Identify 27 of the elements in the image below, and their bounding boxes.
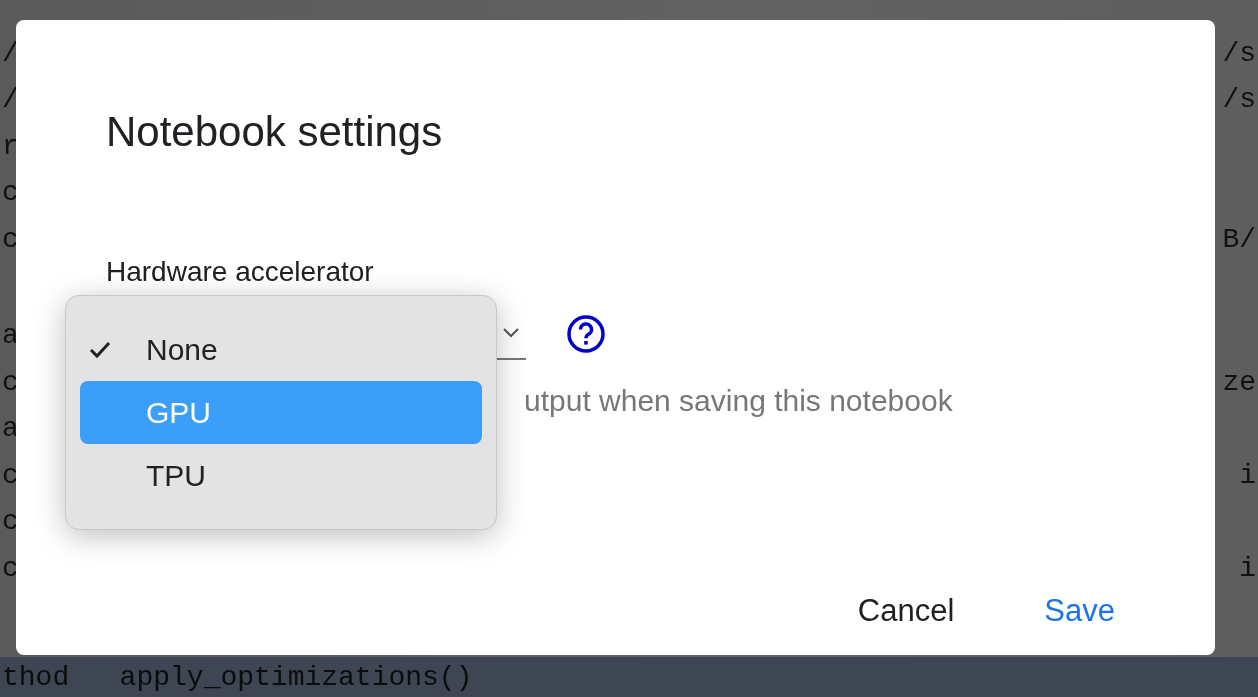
code-text: c xyxy=(2,223,19,255)
menu-option[interactable]: TPU xyxy=(80,444,482,507)
code-text: c xyxy=(2,506,19,538)
code-text: a xyxy=(2,413,19,445)
code-text: ze xyxy=(1222,366,1256,398)
code-text: / xyxy=(2,37,19,69)
menu-option[interactable]: None xyxy=(80,318,482,381)
code-text: /s xyxy=(1222,37,1256,69)
save-button[interactable]: Save xyxy=(1024,581,1135,641)
code-text: / xyxy=(2,84,19,116)
cancel-button[interactable]: Cancel xyxy=(837,581,975,641)
code-text: a xyxy=(2,320,19,352)
code-text: c xyxy=(2,177,19,209)
code-text: i xyxy=(1239,459,1256,491)
code-text: thod apply_optimizations() xyxy=(2,661,473,693)
field-label: Hardware accelerator xyxy=(106,256,375,288)
code-text: c xyxy=(2,552,19,584)
code-text: r xyxy=(2,130,19,162)
code-text: /s xyxy=(1222,84,1256,116)
dialog-title: Notebook settings xyxy=(106,108,444,156)
code-text: c xyxy=(2,459,19,491)
checkbox-label: utput when saving this notebook xyxy=(524,384,953,418)
code-text: B/ xyxy=(1222,223,1256,255)
code-text: i xyxy=(1239,552,1256,584)
code-text: c xyxy=(2,366,19,398)
help-icon[interactable] xyxy=(566,314,606,354)
chevron-icon xyxy=(502,327,520,339)
